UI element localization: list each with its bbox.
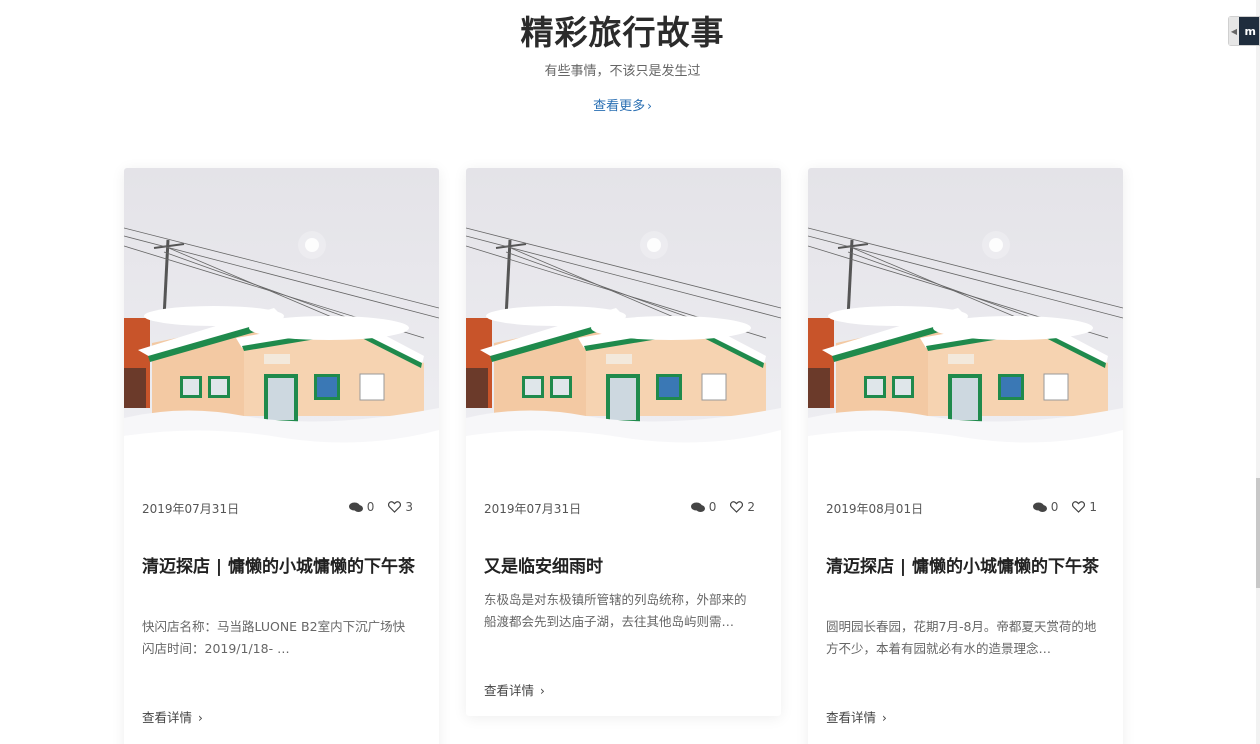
snow-house-photo <box>466 168 781 483</box>
like-count-value: 1 <box>1089 500 1097 514</box>
comment-icon <box>690 502 705 513</box>
post-date: 2019年08月01日 <box>826 502 924 516</box>
card-meta: 2019年08月01日 0 1 <box>826 500 1097 516</box>
card-stats: 0 1 <box>1032 500 1097 514</box>
chevron-right-icon: › <box>198 711 203 725</box>
card-stats: 0 3 <box>348 500 413 514</box>
comment-count[interactable]: 0 <box>348 500 375 514</box>
post-date: 2019年07月31日 <box>142 502 240 516</box>
story-card[interactable]: 2019年07月31日 0 2 又是临安细雨时 东极岛是对东极镇所管辖的列岛统称… <box>466 168 781 716</box>
card-title[interactable]: 清迈探店 | 慵懒的小城慵懒的下午茶 <box>826 554 1101 580</box>
comment-count-value: 0 <box>708 500 717 514</box>
post-date: 2019年07月31日 <box>484 502 582 516</box>
scrollbar-thumb[interactable] <box>1256 478 1260 588</box>
side-widget-label: m <box>1244 24 1256 38</box>
view-more-link[interactable]: 查看更多 › <box>0 95 1245 114</box>
comment-count-value: 0 <box>366 500 375 514</box>
view-details-label: 查看详情 <box>142 710 193 725</box>
chevron-right-icon: › <box>647 99 652 113</box>
like-count-value: 2 <box>747 500 755 514</box>
comment-count-value: 0 <box>1050 500 1059 514</box>
chevron-right-icon: › <box>882 711 887 725</box>
card-meta: 2019年07月31日 0 3 <box>142 500 413 516</box>
comment-icon <box>1032 502 1047 513</box>
view-details-link[interactable]: 查看详情 › <box>142 707 203 726</box>
heart-icon <box>388 501 402 513</box>
page-scrollbar[interactable] <box>1256 0 1260 744</box>
view-details-link[interactable]: 查看详情 › <box>826 707 887 726</box>
story-card[interactable]: 2019年08月01日 0 1 清迈探店 | 慵懒的小城慵懒的下午茶 圆明园长春… <box>808 168 1123 744</box>
card-meta: 2019年07月31日 0 2 <box>484 500 755 516</box>
collapse-arrow-icon[interactable]: ◀ <box>1229 17 1239 45</box>
story-card[interactable]: 2019年07月31日 0 3 清迈探店 | 慵懒的小城慵懒的下午茶 快闪店名称… <box>124 168 439 744</box>
like-count[interactable]: 1 <box>1072 500 1097 514</box>
side-widget[interactable]: ◀ m <box>1228 16 1260 46</box>
card-excerpt: 东极岛是对东极镇所管辖的列岛统称，外部来的船渡都会先到达庙子湖，去往其他岛屿则需… <box>484 592 747 629</box>
heart-icon <box>730 501 744 513</box>
card-excerpt: 快闪店名称：马当路LUONE B2室内下沉广场快闪店时间：2019/1/18- … <box>142 619 406 656</box>
card-title[interactable]: 清迈探店 | 慵懒的小城慵懒的下午茶 <box>142 554 417 580</box>
view-details-link[interactable]: 查看详情 › <box>484 680 545 699</box>
chevron-right-icon: › <box>540 684 545 698</box>
card-excerpt: 圆明园长春园，花期7月-8月。帝都夏天赏荷的地方不少，本着有园就必有水的造景理念… <box>826 619 1097 656</box>
section-title: 精彩旅行故事 <box>520 13 725 52</box>
section-subtitle: 有些事情，不该只是发生过 <box>544 64 701 79</box>
snow-house-photo <box>124 168 439 483</box>
like-count[interactable]: 3 <box>388 500 413 514</box>
card-stats: 0 2 <box>690 500 755 514</box>
card-title[interactable]: 又是临安细雨时 <box>484 554 759 580</box>
view-more-label: 查看更多 <box>593 99 646 114</box>
like-count-value: 3 <box>405 500 413 514</box>
view-details-label: 查看详情 <box>826 710 877 725</box>
comment-icon <box>348 502 363 513</box>
comment-count[interactable]: 0 <box>1032 500 1059 514</box>
comment-count[interactable]: 0 <box>690 500 717 514</box>
view-details-label: 查看详情 <box>484 683 535 698</box>
snow-house-photo <box>808 168 1123 483</box>
like-count[interactable]: 2 <box>730 500 755 514</box>
heart-icon <box>1072 501 1086 513</box>
